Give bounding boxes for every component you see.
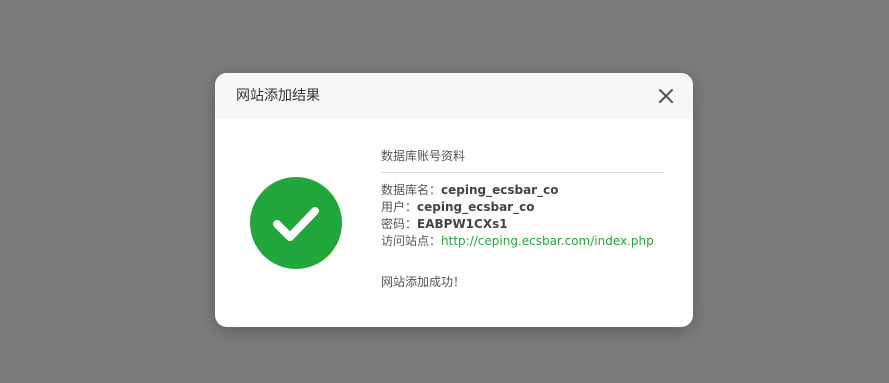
site-url-label: 访问站点：	[381, 234, 442, 248]
result-dialog: 网站添加结果 数据库账号资料 数据库名：ceping_ecsbar_co 用户：…	[215, 73, 693, 327]
db-password-value: EABPW1CXs1	[417, 217, 508, 231]
dialog-header: 网站添加结果	[215, 73, 693, 119]
result-message: 网站添加成功！	[381, 275, 466, 289]
site-url-row: 访问站点：http://ceping.ecsbar.com/index.php	[381, 233, 664, 250]
close-button[interactable]	[655, 85, 677, 107]
site-url-link[interactable]: http://ceping.ecsbar.com/index.php	[441, 234, 654, 248]
close-icon	[659, 89, 673, 103]
db-name-value: ceping_ecsbar_co	[441, 183, 559, 197]
db-user-value: ceping_ecsbar_co	[417, 200, 535, 214]
success-check-icon	[250, 177, 342, 269]
db-password-row: 密码：EABPW1CXs1	[381, 216, 664, 233]
db-name-label: 数据库名：	[381, 183, 442, 197]
db-password-label: 密码：	[381, 217, 418, 231]
db-user-row: 用户：ceping_ecsbar_co	[381, 199, 664, 216]
db-name-row: 数据库名：ceping_ecsbar_co	[381, 182, 664, 199]
db-user-label: 用户：	[381, 200, 418, 214]
db-info-section-title: 数据库账号资料	[381, 148, 664, 173]
dialog-title: 网站添加结果	[236, 88, 320, 104]
db-info-panel: 数据库账号资料 数据库名：ceping_ecsbar_co 用户：ceping_…	[381, 148, 664, 290]
